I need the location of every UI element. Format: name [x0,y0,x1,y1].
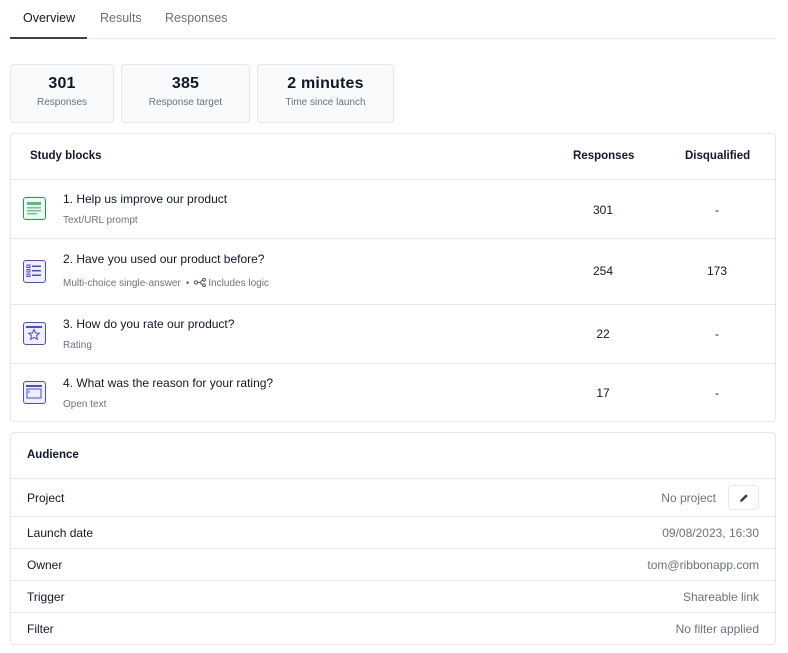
block-responses-count: 22 [596,327,610,341]
stat-label: Responses [36,97,88,108]
study-block-title: 2. Have you used our product before? [63,252,265,266]
audience-header: Audience [11,433,775,479]
block-disqualified-count: - [715,327,719,341]
stat-label: Time since launch [285,97,366,108]
study-blocks-title: Study blocks [30,150,102,162]
column-header-disqualified: Disqualified [685,150,751,162]
stat-value: 385 [171,75,200,92]
study-block-row[interactable]: 1. Help us improve our product Text/URL … [11,180,775,239]
audience-row-owner: Owner tom@ribbonapp.com [11,549,775,581]
stat-value: 301 [48,75,76,92]
tab-results[interactable]: Results [100,11,142,39]
audience-label: Filter [27,622,54,636]
audience-label: Project [27,491,65,505]
text-prompt-icon [23,197,46,220]
audience-title: Audience [27,449,79,461]
block-responses-count: 301 [592,203,614,217]
block-type-label: Open text [63,399,107,410]
edit-project-button[interactable] [728,485,759,510]
block-type-label: Rating [63,340,92,351]
audience-label: Owner [27,558,63,572]
audience-panel: Audience Project No project Launch date … [10,432,776,645]
open-text-icon [23,381,46,404]
block-type-label: Multi-choice single-answer [63,278,181,289]
project-value: No project [661,491,716,505]
stat-card-response-target: 385 Response target [121,64,250,123]
audience-row-filter: Filter No filter applied [11,613,775,644]
trigger-value: Shareable link [682,590,759,604]
study-block-row[interactable]: 2. Have you used our product before? Mul… [11,239,775,305]
logic-branch-icon [194,278,207,287]
stat-label: Response target [148,97,223,108]
study-block-type: Text/URL prompt [63,215,138,226]
pencil-icon [740,494,748,502]
study-block-type: Multi-choice single-answer • Includes logi… [63,278,269,289]
study-block-row[interactable]: 4. What was the reason for your rating? … [11,364,775,422]
tab-overview[interactable]: Overview [10,11,87,39]
audience-label: Launch date [27,526,94,540]
block-disqualified-count: 173 [706,264,728,278]
study-block-title: 4. What was the reason for your rating? [63,376,274,390]
audience-row-trigger: Trigger Shareable link [11,581,775,613]
audience-row-launch-date: Launch date 09/08/2023, 16:30 [11,517,775,549]
study-block-title: 1. Help us improve our product [63,192,228,206]
tab-responses[interactable]: Responses [165,11,228,39]
study-blocks-panel: Study blocks Responses Disqualified 1. H… [10,133,776,422]
stat-card-responses: 301 Responses [10,64,114,123]
multi-choice-icon [23,260,46,283]
column-header-responses: Responses [573,150,635,162]
study-block-type: Open text [63,399,106,410]
stat-card-time-since-launch: 2 minutes Time since launch [257,64,394,123]
study-block-row[interactable]: 3. How do you rate our product? Rating 2… [11,305,775,364]
audience-label: Trigger [27,590,65,604]
study-blocks-header: Study blocks Responses Disqualified [11,134,775,180]
star-rating-icon [23,322,46,345]
tab-bar: Overview Results Responses [10,0,776,39]
owner-value: tom@ribbonapp.com [647,558,759,572]
study-block-title: 3. How do you rate our product? [63,317,235,331]
block-responses-count: 17 [596,386,610,400]
filter-value: No filter applied [675,622,759,636]
launch-date-value: 09/08/2023, 16:30 [662,526,759,540]
audience-row-project: Project No project [11,479,775,517]
separator-dot: • [185,278,190,289]
block-disqualified-count: - [715,386,719,400]
study-block-type: Rating [63,340,92,351]
block-type-label: Text/URL prompt [63,215,138,226]
stat-value: 2 minutes [287,75,364,92]
block-responses-count: 254 [592,264,614,278]
block-disqualified-count: - [715,203,719,217]
logic-label: Includes logic [208,278,269,289]
